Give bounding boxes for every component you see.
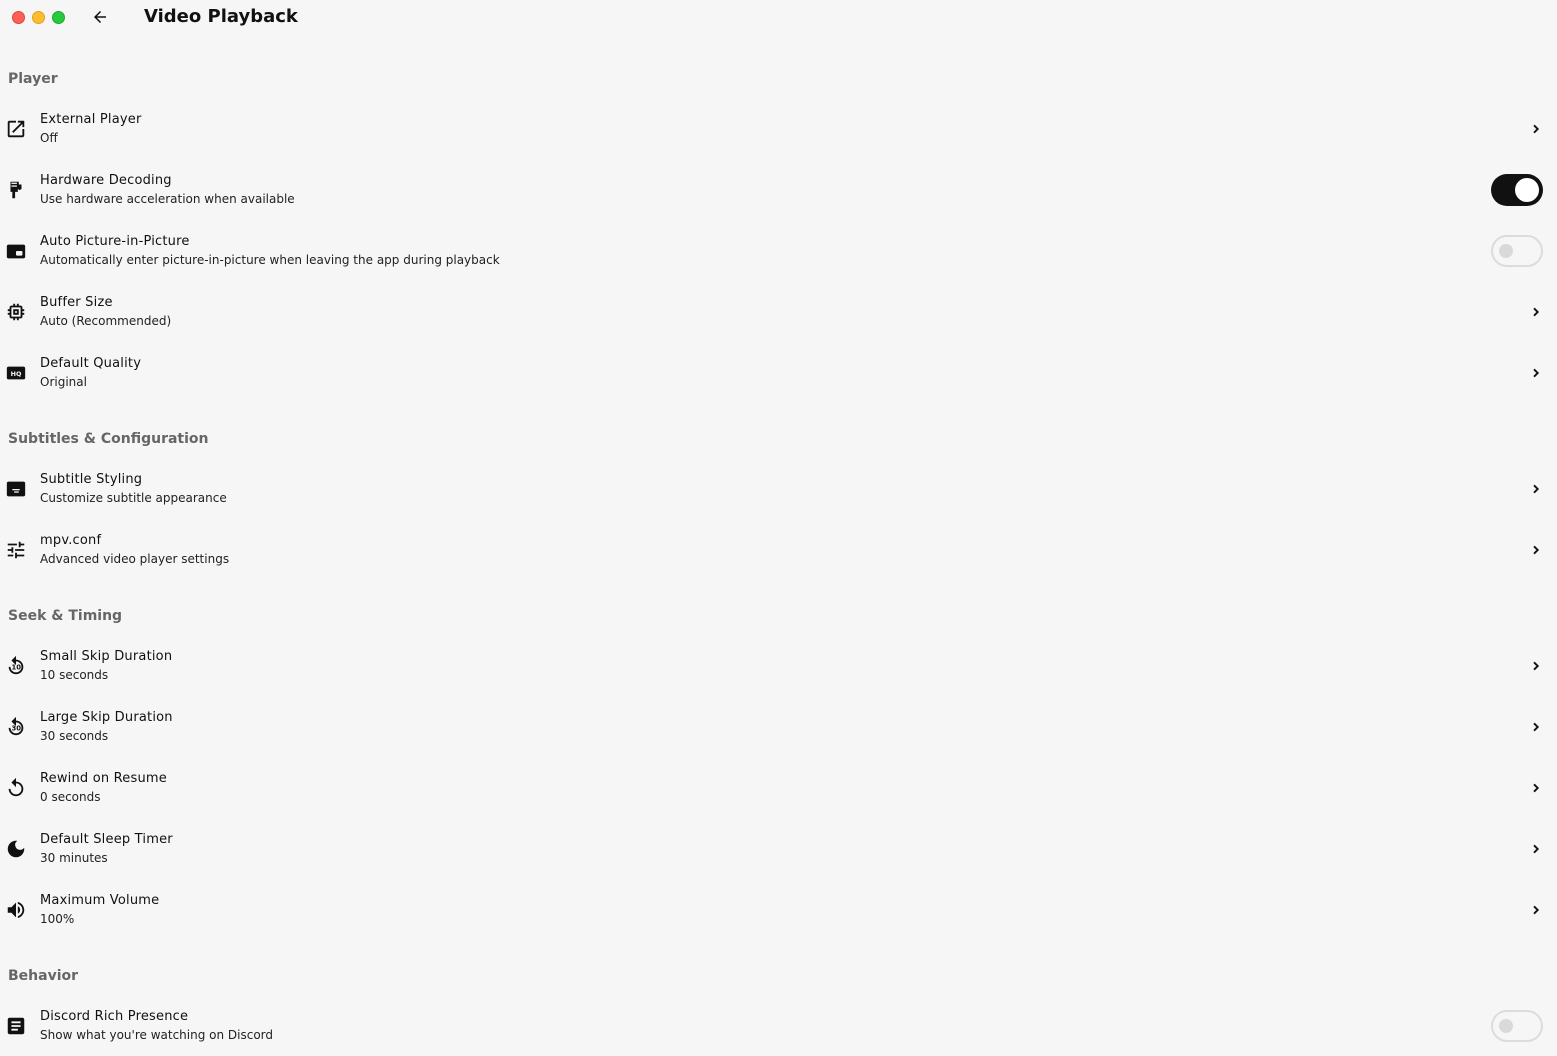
setting-texts: Large Skip Duration 30 seconds [40,709,173,745]
setting-title: Buffer Size [40,294,113,310]
setting-texts: Hardware Decoding Use hardware accelerati… [40,172,295,208]
setting-subtitle: Advanced video player settings [40,551,230,566]
section-header: Seek & Timing [8,608,123,624]
auto-picture-in-picture-toggle[interactable] [1491,234,1543,267]
settings-list: Player External Player Off Hardware Decodin… [0,60,1557,1056]
replay-icon [4,776,28,800]
window-close-button[interactable] [12,11,25,24]
setting-subtitle: 0 seconds [40,789,101,804]
setting-subtitle: Show what you're watching on Discord [40,1027,274,1042]
notes-icon [4,1014,28,1038]
setting-texts: Small Skip Duration 10 seconds [40,648,172,684]
setting-title: Subtitle Styling [40,471,143,487]
chevron-right-icon [1527,541,1545,559]
open-external-icon [4,117,28,141]
section-header: Subtitles & Configuration [8,431,209,447]
hardware-icon [4,178,28,202]
back-button[interactable] [88,5,112,29]
svg-text:30: 30 [12,724,22,732]
setting-subtitle: Customize subtitle appearance [40,490,227,505]
setting-row-default-sleep-timer[interactable]: Default Sleep Timer 30 minutes [0,818,1557,879]
setting-row-large-skip-duration[interactable]: 30 Large Skip Duration 30 seconds [0,696,1557,757]
setting-row-mpv-conf[interactable]: mpv.conf Advanced video player settings [0,519,1557,580]
setting-title: Maximum Volume [40,892,160,908]
setting-title: Large Skip Duration [40,709,173,725]
replay-10-icon: 10 [4,654,28,678]
chevron-right-icon [1527,718,1545,736]
title-bar: Video Playback [0,0,1557,36]
setting-subtitle: 10 seconds [40,667,109,682]
setting-texts: mpv.conf Advanced video player settings [40,532,229,568]
setting-row-hardware-decoding[interactable]: Hardware Decoding Use hardware accelerati… [0,159,1557,220]
setting-row-maximum-volume[interactable]: Maximum Volume 100% [0,879,1557,940]
volume-icon [4,898,28,922]
chevron-right-icon [1527,840,1545,858]
setting-texts: Rewind on Resume 0 seconds [40,770,167,806]
setting-title: Auto Picture-in-Picture [40,233,190,249]
subtitles-icon [4,477,28,501]
setting-title: mpv.conf [40,532,102,548]
arrow-left-icon [91,8,109,26]
setting-texts: Subtitle Styling Customize subtitle appea… [40,471,227,507]
hardware-decoding-toggle[interactable] [1491,173,1543,206]
setting-title: Rewind on Resume [40,770,167,786]
setting-row-auto-picture-in-picture[interactable]: Auto Picture-in-Picture Automatically ent… [0,220,1557,281]
svg-text:10: 10 [12,663,22,671]
moon-icon [4,837,28,861]
setting-row-buffer-size[interactable]: Buffer Size Auto (Recommended) [0,281,1557,342]
setting-texts: Discord Rich Presence Show what you're wa… [40,1008,273,1044]
picture-in-picture-icon [4,239,28,263]
setting-subtitle: 100% [40,911,75,926]
setting-row-small-skip-duration[interactable]: 10 Small Skip Duration 10 seconds [0,635,1557,696]
section-header: Behavior [8,968,79,984]
setting-subtitle: 30 minutes [40,850,108,865]
setting-subtitle: Automatically enter picture-in-picture w… [40,252,500,267]
replay-30-icon: 30 [4,715,28,739]
memory-chip-icon [4,300,28,324]
setting-row-subtitle-styling[interactable]: Subtitle Styling Customize subtitle appea… [0,458,1557,519]
setting-texts: Default Sleep Timer 30 minutes [40,831,173,867]
chevron-right-icon [1527,657,1545,675]
setting-row-default-quality[interactable]: HQ Default Quality Original [0,342,1557,403]
window-maximize-button[interactable] [52,11,65,24]
setting-texts: Auto Picture-in-Picture Automatically ent… [40,233,500,269]
setting-title: Hardware Decoding [40,172,172,188]
section-header: Player [8,71,58,87]
setting-subtitle: Auto (Recommended) [40,313,172,328]
setting-title: Small Skip Duration [40,648,173,664]
chevron-right-icon [1527,779,1545,797]
setting-subtitle: Original [40,374,87,389]
chevron-right-icon [1527,120,1545,138]
setting-subtitle: 30 seconds [40,728,109,743]
hq-icon: HQ [4,361,28,385]
setting-title: Default Sleep Timer [40,831,173,847]
setting-row-rewind-on-resume[interactable]: Rewind on Resume 0 seconds [0,757,1557,818]
setting-title: External Player [40,111,142,127]
setting-title: Default Quality [40,355,142,371]
chevron-right-icon [1527,303,1545,321]
chevron-right-icon [1527,364,1545,382]
chevron-right-icon [1527,480,1545,498]
setting-texts: Buffer Size Auto (Recommended) [40,294,171,330]
page-title: Video Playback [144,6,298,27]
setting-texts: External Player Off [40,111,142,147]
setting-subtitle: Off [40,130,58,145]
chevron-right-icon [1527,901,1545,919]
discord-rich-presence-toggle[interactable] [1491,1009,1543,1042]
setting-texts: Maximum Volume 100% [40,892,159,928]
svg-text:HQ: HQ [11,369,22,377]
window-minimize-button[interactable] [32,11,45,24]
setting-title: Discord Rich Presence [40,1008,189,1024]
setting-row-discord-rich-presence[interactable]: Discord Rich Presence Show what you're wa… [0,995,1557,1056]
setting-subtitle: Use hardware acceleration when available [40,191,295,206]
tune-sliders-icon [4,538,28,562]
setting-row-external-player[interactable]: External Player Off [0,98,1557,159]
setting-texts: Default Quality Original [40,355,141,391]
